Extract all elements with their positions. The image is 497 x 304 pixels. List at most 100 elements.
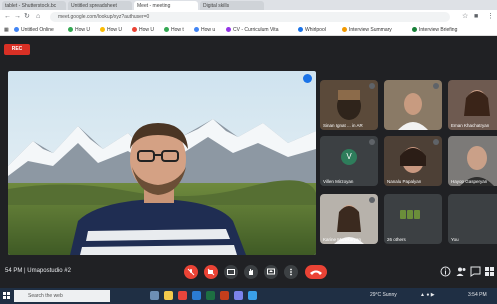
edge-icon[interactable]: [248, 291, 257, 300]
bookmarks-bar: ▦ Untitled Online How U How U How U How …: [0, 24, 497, 36]
teams-icon[interactable]: [234, 291, 243, 300]
bookmark-label: Interview Summary: [349, 27, 392, 33]
bookmark-label: CV - Curriculum Vita: [233, 27, 279, 33]
end-call-button[interactable]: [305, 265, 327, 279]
forward-arrow-icon[interactable]: →: [14, 13, 21, 21]
bookmark-favicon-icon: [194, 27, 199, 33]
browser-tab[interactable]: tablet - Shutterstock.bc: [2, 1, 66, 10]
excel-icon[interactable]: [206, 291, 215, 300]
menu-dots-icon[interactable]: ⋮: [487, 13, 494, 21]
participant-name: You: [451, 237, 459, 242]
info-icon[interactable]: [440, 266, 451, 277]
present-button[interactable]: [264, 265, 278, 279]
chat-icon[interactable]: [470, 266, 481, 277]
participant-tile[interactable]: Karine Marekaryan: [320, 194, 378, 244]
activities-icon[interactable]: [484, 266, 495, 277]
tab-label: Meet - meeting: [137, 3, 171, 9]
mic-indicator-icon: [433, 83, 439, 89]
meeting-details: 54 PM | Umapostudio #2: [5, 268, 71, 274]
bookmark-label: How U: [75, 27, 91, 33]
mic-off-icon: [187, 268, 195, 276]
participant-tile[interactable]: V Villen Mirzoyan: [320, 136, 378, 186]
participant-tile[interactable]: Sinan Ignat ... in AR: [320, 80, 378, 130]
extensions-icon[interactable]: ■: [474, 13, 478, 21]
participant-tile[interactable]: 26 others: [384, 194, 442, 244]
mic-toggle-button[interactable]: [184, 265, 198, 279]
bookmark-favicon-icon: [412, 27, 417, 33]
captions-button[interactable]: [224, 265, 238, 279]
participant-tile[interactable]: [384, 80, 442, 130]
tab-label: tablet - Shutterstock.bc: [5, 3, 57, 9]
bookmark-favicon-icon: [342, 27, 347, 33]
screen: tablet - Shutterstock.bc Untitled spread…: [0, 0, 497, 304]
bookmark-favicon-icon: [14, 27, 19, 33]
word-icon[interactable]: [192, 291, 201, 300]
browser-tab[interactable]: Untitled spreadsheet: [68, 1, 132, 10]
others-avatars: [400, 206, 421, 224]
more-options-button[interactable]: [284, 265, 298, 279]
browser-tab-active[interactable]: Meet - meeting: [134, 1, 198, 10]
apps-icon[interactable]: ▦: [4, 27, 9, 33]
participant-name: Eman Khachatryan: [451, 123, 490, 128]
bookmark-item[interactable]: How u: [194, 27, 215, 33]
browser-tab[interactable]: Digital skills: [200, 1, 264, 10]
file-explorer-icon[interactable]: [164, 291, 173, 300]
hand-icon: [249, 269, 253, 275]
rec-label: REC: [11, 46, 23, 52]
tab-label: Untitled spreadsheet: [71, 3, 117, 9]
participant-name: Karine Marekaryan: [323, 237, 362, 242]
bookmark-label: How u: [201, 27, 216, 33]
bookmark-item[interactable]: CV - Curriculum Vita: [226, 27, 278, 33]
bookmark-favicon-icon: [226, 27, 231, 33]
more-dots-icon: [290, 268, 292, 276]
windows-start-icon[interactable]: [3, 292, 10, 299]
bookmark-item[interactable]: Interview Briefing: [412, 27, 457, 33]
taskbar-clock[interactable]: 3:54 PM: [468, 292, 487, 298]
home-icon[interactable]: ⌂: [36, 13, 40, 21]
meeting-name: Umapostudio #2: [27, 268, 71, 274]
bookmark-item[interactable]: Untitled Online: [14, 27, 54, 33]
bookmark-favicon-icon: [298, 27, 303, 33]
people-icon[interactable]: [456, 266, 467, 277]
main-speaker-video[interactable]: [8, 71, 316, 255]
powerpoint-icon[interactable]: [220, 291, 229, 300]
mic-indicator-icon: [369, 197, 375, 203]
meeting-time: 54 PM: [5, 268, 23, 274]
bookmark-item[interactable]: How t: [164, 27, 184, 33]
participant-tile[interactable]: Nanalu Papalyan: [384, 136, 442, 186]
weather-text: 29°C Sunny: [370, 292, 397, 298]
bookmark-item[interactable]: How U: [132, 27, 154, 33]
participant-tile[interactable]: Hayop Gasperyan: [448, 136, 497, 186]
captions-icon: [227, 269, 235, 275]
speaker-video-frame: [8, 71, 316, 255]
camera-toggle-button[interactable]: [204, 265, 218, 279]
task-view-icon[interactable]: [150, 291, 159, 300]
chrome-icon[interactable]: [178, 291, 187, 300]
os-taskbar: Search the web 29°C Sunny ▲ ● ▶ 3:54 PM: [0, 288, 497, 304]
taskbar-search-input[interactable]: Search the web: [14, 290, 110, 302]
bookmark-item[interactable]: How U: [100, 27, 122, 33]
bookmark-item[interactable]: Interview Summary: [342, 27, 392, 33]
bookmark-item[interactable]: Whirlpool: [298, 27, 326, 33]
mic-indicator-icon: [433, 139, 439, 145]
system-tray-icons[interactable]: ▲ ● ▶: [420, 292, 435, 298]
reload-icon[interactable]: ↻: [24, 13, 30, 21]
recording-badge: REC: [4, 44, 30, 55]
star-icon[interactable]: ☆: [462, 13, 468, 21]
avatar-initial: V: [346, 152, 352, 161]
bookmark-label: Interview Briefing: [419, 27, 458, 33]
pin-icon[interactable]: [303, 74, 312, 83]
raise-hand-button[interactable]: [244, 265, 258, 279]
weather-widget[interactable]: 29°C Sunny: [370, 292, 397, 298]
participant-name: Nanalu Papalyan: [387, 179, 422, 184]
bookmark-label: How t: [171, 27, 184, 33]
bookmark-favicon-icon: [164, 27, 169, 33]
address-bar[interactable]: meet.google.com/lookup/xyz?authuser=0: [50, 12, 450, 22]
participant-tile[interactable]: Eman Khachatryan: [448, 80, 497, 130]
bookmark-item[interactable]: How U: [68, 27, 90, 33]
back-arrow-icon[interactable]: ←: [4, 13, 11, 21]
bookmark-label: Whirlpool: [305, 27, 326, 33]
participant-tile-self[interactable]: You: [448, 194, 497, 244]
participant-avatar: V: [341, 149, 357, 165]
participant-name: Hayop Gasperyan: [451, 179, 488, 184]
